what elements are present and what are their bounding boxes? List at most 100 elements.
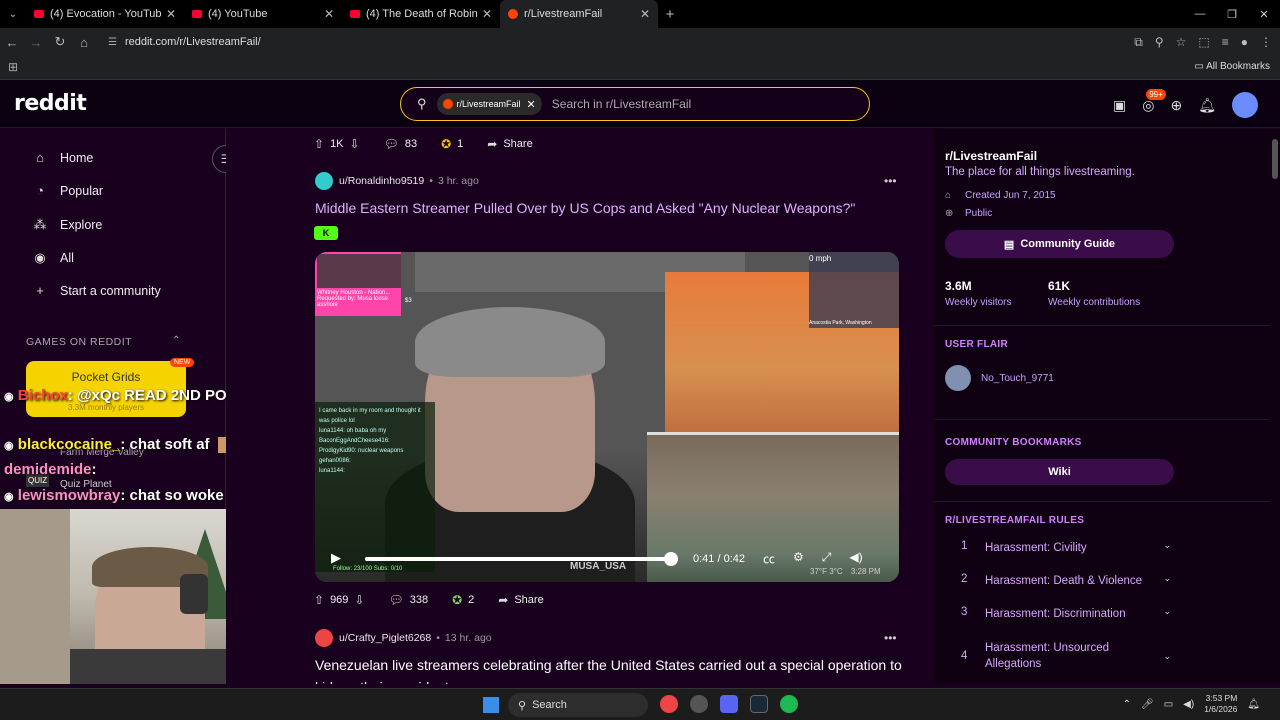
post-overflow-icon[interactable]: ••• <box>884 174 897 188</box>
close-icon[interactable]: ✕ <box>482 7 492 21</box>
user-avatar[interactable] <box>1232 92 1258 118</box>
restore-icon[interactable]: ❐ <box>1216 0 1248 28</box>
rule-item[interactable]: 1 Harassment: Civility ⌄ <box>961 540 1171 556</box>
profile-icon[interactable]: ● <box>1241 35 1248 49</box>
app-icon[interactable] <box>690 695 708 713</box>
chat-username: blackcocaine_ <box>17 436 121 453</box>
share-button[interactable]: ➦ Share <box>498 586 543 614</box>
back-icon[interactable]: ← <box>0 35 24 50</box>
comments-button[interactable]: 💬︎ 83 <box>384 130 417 158</box>
award-button[interactable]: ✪ 2 <box>452 586 474 614</box>
close-window-icon[interactable]: ✕ <box>1248 0 1280 28</box>
chevron-up-icon[interactable]: ⌃ <box>172 335 180 346</box>
play-icon[interactable]: ▶ <box>331 550 341 566</box>
rule-item[interactable]: 4 Harassment: Unsourced Allegations ⌄ <box>961 640 1171 672</box>
search-input[interactable]: Search in r/LivestreamFail <box>552 97 691 111</box>
chrome-icon[interactable] <box>660 695 678 713</box>
created-text: Created Jun 7, 2015 <box>965 190 1056 201</box>
video-progress-bar[interactable] <box>365 557 677 561</box>
windows-start-icon[interactable] <box>483 697 499 713</box>
community-chip[interactable]: r/LivestreamFail ✕ <box>436 93 542 115</box>
share-button[interactable]: ➦ Share <box>487 130 532 158</box>
all-bookmarks[interactable]: ▭ All Bookmarks <box>1194 61 1270 72</box>
url-field[interactable]: ☰ reddit.com/r/LivestreamFail/ <box>108 36 261 48</box>
wiki-button[interactable]: Wiki <box>945 459 1174 485</box>
comments-button[interactable]: 💬︎ 338 <box>388 586 428 614</box>
tab-youtube[interactable]: (4) YouTube ✕ <box>184 0 342 28</box>
sidebar-item-popular[interactable]: ◔ Popular <box>32 183 103 198</box>
ads-icon[interactable]: ▣ <box>1113 97 1126 114</box>
zoom-icon[interactable]: ⚲ <box>1155 35 1164 49</box>
menu-icon[interactable]: ⋮ <box>1260 35 1272 49</box>
search-bar[interactable]: ⚲ r/LivestreamFail ✕ Search in r/Livestr… <box>400 87 870 121</box>
sidebar-item-explore[interactable]: ⁂ Explore <box>32 217 103 233</box>
post-author[interactable]: u/Ronaldinho9519 <box>339 175 424 187</box>
reload-icon[interactable]: ↻ <box>48 34 72 50</box>
tab-robin-hood[interactable]: (4) The Death of Robin Hood | ✕ <box>342 0 500 28</box>
tab-livestreamfail[interactable]: r/LivestreamFail ✕ <box>500 0 658 28</box>
chat-icon[interactable]: ◎ 99+ <box>1142 88 1166 114</box>
post-author[interactable]: u/Crafty_Piglet6268 <box>339 632 431 644</box>
chevron-up-icon[interactable]: ⌃ <box>1123 699 1131 710</box>
sidebar-item-all[interactable]: ◉ All <box>32 250 74 266</box>
rule-item[interactable]: 3 Harassment: Discrimination ⌄ <box>961 606 1171 622</box>
close-icon[interactable]: ✕ <box>166 7 176 21</box>
sidebar-item-start-community[interactable]: + Start a community <box>32 283 161 298</box>
community-guide-button[interactable]: ▤ Community Guide <box>945 230 1174 258</box>
spotify-icon[interactable] <box>780 695 798 713</box>
volume-icon[interactable]: ◀) <box>1183 699 1194 710</box>
post-overflow-icon[interactable]: ••• <box>884 631 897 645</box>
upvote-icon[interactable]: ⇧ <box>314 593 324 607</box>
volume-icon[interactable]: ◀) <box>849 550 862 567</box>
bookmark-star-icon[interactable]: ☆ <box>1176 35 1187 49</box>
home-icon: ⌂ <box>36 150 44 165</box>
chip-close-icon[interactable]: ✕ <box>527 98 536 111</box>
user-avatar[interactable] <box>315 629 333 647</box>
user-avatar[interactable] <box>315 172 333 190</box>
captions-icon[interactable]: ㏄ <box>763 550 775 567</box>
tab-search-icon[interactable]: ⌄ <box>0 9 26 20</box>
taskbar-clock[interactable]: 3:53 PM 1/6/2026 <box>1204 693 1237 715</box>
video-player[interactable]: 0 mph Anacostia Park, Washington Whitney… <box>315 252 899 582</box>
stat-weekly-contributions: 61K Weekly contributions <box>1048 279 1140 308</box>
settings-gear-icon[interactable]: ⚙ <box>793 550 804 567</box>
install-icon[interactable]: ⧉ <box>1134 35 1143 50</box>
downvote-icon[interactable]: ⇩ <box>354 593 364 607</box>
chevron-down-icon: ⌄ <box>1163 650 1171 661</box>
sidebar-item-home[interactable]: ⌂ Home <box>32 150 93 165</box>
home-button-icon[interactable]: ⌂ <box>72 35 96 50</box>
award-button[interactable]: ✪ 1 <box>441 130 463 158</box>
rule-item[interactable]: 2 Harassment: Death & Violence ⌄ <box>961 573 1171 589</box>
fullscreen-icon[interactable]: ⤢ <box>822 550 832 567</box>
scrollbar-thumb[interactable] <box>1272 139 1278 179</box>
close-icon[interactable]: ✕ <box>324 7 334 21</box>
post-title[interactable]: Venezuelan live streamers celebrating af… <box>315 654 905 684</box>
extensions-icon[interactable]: ⬚ <box>1198 35 1209 49</box>
apps-icon[interactable]: ⊞ <box>8 60 18 74</box>
reddit-logo[interactable]: reddit <box>14 91 87 116</box>
forward-icon[interactable]: → <box>24 35 48 50</box>
close-icon[interactable]: ✕ <box>640 7 650 21</box>
user-flair[interactable]: No_Touch_9771 <box>945 365 1054 391</box>
mic-icon[interactable]: 🎤︎ <box>1141 699 1154 710</box>
video-time: 0:41 / 0:42 <box>693 553 745 565</box>
notification-bell-icon[interactable]: 🔔︎ <box>1247 699 1260 710</box>
discord-icon[interactable] <box>720 695 738 713</box>
sidebar-item-label: Start a community <box>60 283 161 298</box>
network-icon[interactable]: ▭ <box>1164 699 1173 710</box>
upvote-icon[interactable]: ⇧ <box>314 137 324 151</box>
tab-evocation[interactable]: (4) Evocation - YouTube ✕ <box>26 0 184 28</box>
minimize-icon[interactable]: — <box>1184 0 1216 28</box>
taskbar-search[interactable]: ⚲ Search <box>508 693 648 717</box>
steam-icon[interactable] <box>750 695 768 713</box>
site-info-icon[interactable]: ☰ <box>108 37 117 48</box>
post-title[interactable]: Middle Eastern Streamer Pulled Over by U… <box>315 197 905 219</box>
downvote-icon[interactable]: ⇩ <box>350 137 360 151</box>
notifications-icon[interactable]: 🔔︎ <box>1198 97 1216 114</box>
vote-group: ⇧ 969 ⇩ <box>314 586 364 614</box>
create-post-icon[interactable]: ⊕ <box>1170 97 1182 114</box>
media-icon[interactable]: ≡ <box>1222 35 1229 49</box>
page-scrollbar[interactable] <box>1270 129 1280 684</box>
new-tab-icon[interactable]: + <box>658 6 682 23</box>
video-scrubber-handle[interactable] <box>663 552 678 566</box>
